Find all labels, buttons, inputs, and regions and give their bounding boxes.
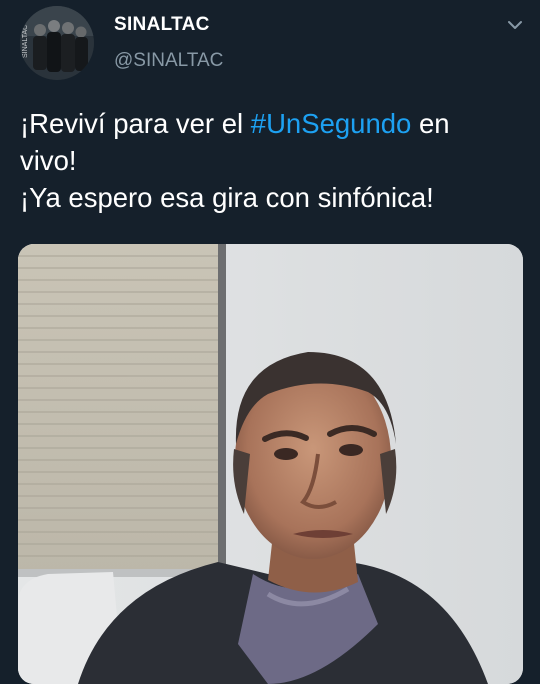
tweet-line-2: vivo! (20, 145, 77, 176)
tweet-text-part: en (411, 108, 450, 139)
chevron-down-icon[interactable] (504, 14, 526, 36)
tweet-header: SINALTAC SINALTAC @SINALTAC (0, 0, 540, 90)
tweet-line-1: ¡Reviví para ver el #UnSegundo en (20, 105, 525, 142)
tweet-text-part: ¡Reviví para ver el (20, 108, 251, 139)
avatar-image: SINALTAC (20, 6, 94, 80)
hashtag-link[interactable]: #UnSegundo (251, 108, 412, 139)
video-frame-image (18, 244, 523, 684)
author-name[interactable]: SINALTAC (114, 14, 210, 36)
tweet-text: ¡Reviví para ver el #UnSegundo en vivo! … (20, 105, 525, 216)
tweet-line-3: ¡Ya espero esa gira con sinfónica! (20, 182, 434, 213)
tweet-media-video[interactable] (18, 244, 523, 684)
avatar[interactable]: SINALTAC (20, 6, 94, 80)
author-handle[interactable]: @SINALTAC (114, 50, 223, 72)
avatar-logo-text: SINALTAC (22, 25, 29, 58)
